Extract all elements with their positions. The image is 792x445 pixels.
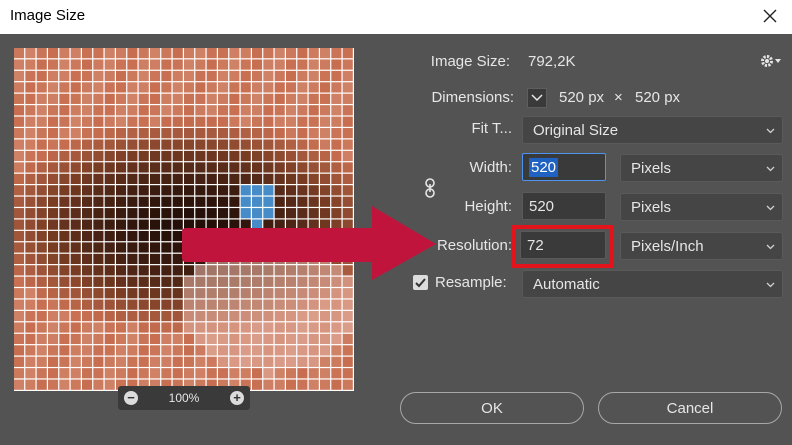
fit-to-value: Original Size (533, 121, 619, 139)
settings-button[interactable] (760, 53, 782, 69)
chevron-down-icon (766, 128, 775, 134)
resolution-unit-select[interactable]: Pixels/Inch (620, 232, 783, 260)
link-icon[interactable] (424, 178, 436, 198)
close-button[interactable] (758, 4, 782, 28)
resample-label: Resample: (435, 274, 507, 291)
gear-icon (761, 55, 781, 67)
title-bar: Image Size (0, 0, 792, 34)
dimensions-label: Dimensions: (431, 89, 514, 106)
image-size-label: Image Size: (430, 53, 510, 70)
zoom-out-icon[interactable]: − (124, 391, 138, 405)
chevron-down-icon (766, 166, 775, 172)
width-unit-select[interactable]: Pixels (620, 154, 783, 182)
close-icon (763, 9, 777, 23)
zoom-in-icon[interactable]: + (229, 391, 244, 405)
image-size-value: 792,2K (528, 53, 576, 70)
zoom-level: 100% (168, 391, 200, 405)
resample-select[interactable]: Automatic (522, 270, 783, 298)
resolution-unit: Pixels/Inch (631, 237, 704, 255)
dimensions-toggle[interactable] (527, 88, 547, 108)
dimensions-height: 520 px (635, 89, 681, 106)
window-title: Image Size (10, 7, 86, 24)
height-unit: Pixels (631, 198, 672, 216)
height-value: 520 (529, 197, 555, 215)
chevron-down-icon (766, 205, 775, 211)
height-input[interactable]: 520 (522, 192, 606, 220)
height-unit-select[interactable]: Pixels (620, 193, 783, 221)
chevron-down-icon (766, 244, 775, 250)
dimensions-width: 520 px (559, 89, 605, 106)
cancel-button[interactable]: Cancel (598, 392, 782, 424)
fit-to-label: Fit T... (471, 120, 512, 137)
width-label: Width: (469, 159, 512, 176)
fit-to-select[interactable]: Original Size (522, 116, 783, 144)
annotation-arrow (182, 206, 436, 280)
ok-button[interactable]: OK (400, 392, 584, 424)
resample-value: Automatic (533, 275, 600, 293)
chevron-down-icon (531, 94, 543, 102)
chevron-down-icon (766, 282, 775, 288)
dimensions-separator: × (614, 89, 623, 106)
width-value: 520 (529, 157, 559, 177)
resolution-highlight-box (512, 225, 614, 268)
width-unit: Pixels (631, 159, 672, 177)
width-input[interactable]: 520 (522, 153, 606, 181)
zoom-control: − 100% + (118, 386, 250, 410)
